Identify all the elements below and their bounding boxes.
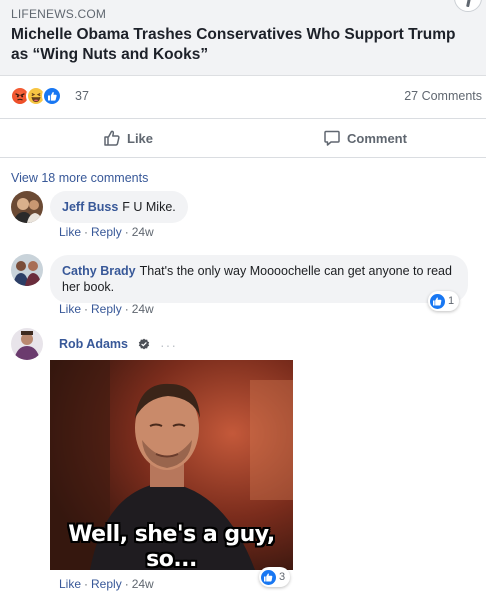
comment-meta: Like · Reply · 24w: [59, 577, 154, 591]
comment-gif[interactable]: Well, she's a guy, so...: [50, 360, 293, 570]
comment-author[interactable]: Cathy Brady: [62, 264, 136, 278]
comment-bubble-icon: [324, 130, 340, 146]
avatar[interactable]: [11, 254, 43, 286]
like-button[interactable]: Like: [103, 119, 153, 157]
verified-badge-icon: [138, 338, 150, 350]
link-preview-card[interactable]: LIFENEWS.COM Michelle Obama Trashes Cons…: [0, 0, 486, 76]
like-button-label: Like: [127, 130, 154, 146]
view-more-comments-link[interactable]: View 18 more comments: [11, 171, 148, 185]
comment-reactions[interactable]: 3: [259, 567, 291, 587]
comment-timestamp[interactable]: 24w: [132, 225, 154, 239]
avatar[interactable]: [11, 191, 43, 223]
gif-caption: Well, she's a guy, so...: [68, 522, 275, 570]
comment-timestamp[interactable]: 24w: [132, 577, 154, 591]
link-title[interactable]: Michelle Obama Trashes Conservatives Who…: [11, 25, 473, 65]
like-reaction-icon: [261, 569, 276, 585]
comment-reply-link[interactable]: Reply: [91, 225, 122, 239]
link-source: LIFENEWS.COM: [11, 7, 107, 21]
comment-bubble: Jeff Buss F U Mike.: [50, 191, 188, 223]
comment-like-link[interactable]: Like: [59, 225, 81, 239]
action-bar: Like Comment: [0, 118, 486, 158]
comment-reaction-count: 1: [448, 295, 455, 307]
comment-reply-link[interactable]: Reply: [91, 302, 122, 316]
comment-reactions[interactable]: 1: [428, 291, 460, 311]
comment-author[interactable]: Jeff Buss: [62, 200, 118, 214]
like-reaction-icon: [42, 86, 62, 106]
comment-count[interactable]: 27 Comments: [404, 89, 482, 103]
comment-meta: Like · Reply · 24w: [59, 302, 154, 316]
comment-bubble: Cathy Brady That's the only way Moooochel…: [50, 255, 468, 303]
post-stats: 37 27 Comments: [0, 80, 486, 114]
info-icon[interactable]: [454, 0, 482, 12]
comment-author[interactable]: Rob Adams: [59, 337, 128, 351]
avatar[interactable]: [11, 328, 43, 360]
comment-like-link[interactable]: Like: [59, 302, 81, 316]
comment-like-link[interactable]: Like: [59, 577, 81, 591]
comment-author-row: Rob Adams: [59, 337, 150, 351]
like-reaction-icon: [430, 293, 445, 309]
thumbs-up-icon: [104, 130, 120, 146]
comment-reply-link[interactable]: Reply: [91, 577, 122, 591]
comment-meta: Like · Reply · 24w: [59, 225, 154, 239]
comment-timestamp[interactable]: 24w: [132, 302, 154, 316]
comment-reaction-count: 3: [279, 571, 286, 583]
comment-text: F U Mike.: [122, 200, 176, 214]
comment-button-label: Comment: [347, 130, 407, 146]
comment-button[interactable]: Comment: [323, 119, 407, 157]
reaction-count[interactable]: 37: [75, 89, 89, 103]
more-options-icon[interactable]: ···: [160, 337, 177, 353]
